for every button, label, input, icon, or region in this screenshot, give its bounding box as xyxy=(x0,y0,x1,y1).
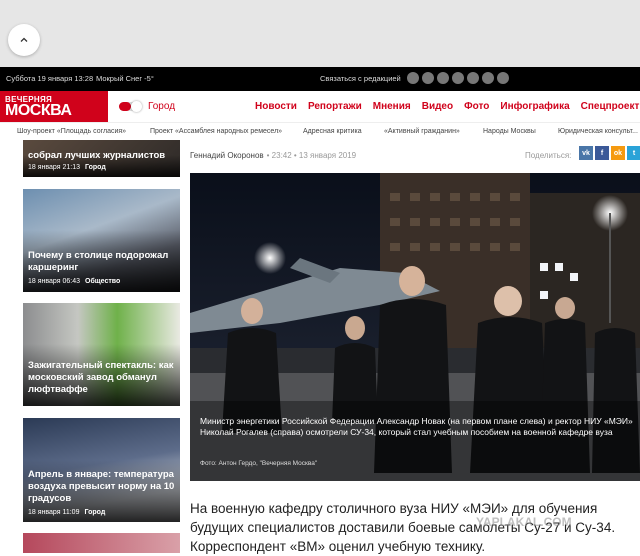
vk-share-icon[interactable]: vk xyxy=(579,146,593,160)
site-logo[interactable]: ВЕЧЕРНЯЯ МОСКВА xyxy=(0,91,108,122)
subnav-item[interactable]: Юридическая консульт... xyxy=(558,128,638,135)
share-buttons: vk f ok t xyxy=(579,146,640,160)
news-card-meta: 18 января 21:13 Город xyxy=(28,164,106,171)
weather-text: Мокрый Снег -5° xyxy=(96,74,154,83)
chevron-up-icon xyxy=(20,37,28,42)
facebook-icon[interactable] xyxy=(452,72,464,84)
article-time: • 23:42 • 13 января 2019 xyxy=(266,151,357,160)
top-strip xyxy=(0,0,640,67)
author-name[interactable]: Геннадий Окоронов xyxy=(190,151,264,160)
nav-item-infographics[interactable]: Инфографика xyxy=(500,101,569,112)
subnav-item[interactable]: Адресная критика xyxy=(303,128,362,135)
share-label: Поделиться: xyxy=(525,151,572,160)
nav-links: Новости Репортажи Мнения Видео Фото Инфо… xyxy=(255,101,640,112)
photo-caption: Министр энергетики Российской Федерации … xyxy=(200,416,633,437)
nav-item-specprojects[interactable]: Спецпроекты xyxy=(581,101,640,112)
news-card[interactable] xyxy=(23,533,180,553)
news-card-title: Почему в столице подорожал каршеринг xyxy=(28,250,169,273)
article-hero-photo: Министр энергетики Российской Федерации … xyxy=(190,173,640,481)
scroll-up-button[interactable] xyxy=(8,24,40,56)
news-card-meta: 18 января 06:43 Общество xyxy=(28,278,121,285)
city-toggle[interactable] xyxy=(119,101,142,112)
news-card[interactable]: собрал лучших журналистов 18 января 21:1… xyxy=(23,140,180,177)
news-card-image xyxy=(23,533,180,553)
social-icons xyxy=(407,72,509,84)
facebook-share-icon[interactable]: f xyxy=(595,146,609,160)
news-card-meta: 18 января 11:09 Город xyxy=(28,509,106,516)
news-card-title: Апрель в январе: температура воздуха пре… xyxy=(28,469,175,504)
email-icon[interactable] xyxy=(437,72,449,84)
watermark-logo: YAPLAKAL.COM xyxy=(476,515,572,529)
vk-icon[interactable] xyxy=(482,72,494,84)
nav-item-video[interactable]: Видео xyxy=(422,101,453,112)
nav-item-opinions[interactable]: Мнения xyxy=(373,101,411,112)
subnav-item[interactable]: Народы Москвы xyxy=(483,128,536,135)
main-nav: ВЕЧЕРНЯЯ МОСКВА Город Новости Репортажи … xyxy=(0,91,640,122)
news-card[interactable]: Почему в столице подорожал каршеринг 18 … xyxy=(23,189,180,292)
info-bar: Суббота 19 января 13:28 Мокрый Снег -5° … xyxy=(0,67,640,91)
subnav-item[interactable]: «Активный гражданин» xyxy=(384,128,460,135)
news-card-title: Зажигательный спектакль: как московский … xyxy=(28,360,174,395)
article-byline: Геннадий Окоронов • 23:42 • 13 января 201… xyxy=(190,151,356,160)
odnoklassniki-share-icon[interactable]: ok xyxy=(611,146,625,160)
contact-link[interactable]: Связаться с редакцией xyxy=(320,74,401,83)
odnoklassniki-icon[interactable] xyxy=(497,72,509,84)
viber-icon[interactable] xyxy=(422,72,434,84)
twitter-icon[interactable] xyxy=(467,72,479,84)
logo-line2: МОСКВА xyxy=(5,102,72,119)
news-card[interactable]: Апрель в январе: температура воздуха пре… xyxy=(23,418,180,522)
nav-item-photo[interactable]: Фото xyxy=(464,101,489,112)
nav-item-news[interactable]: Новости xyxy=(255,101,297,112)
photo-credit: Фото: Антон Гердо, "Вечерняя Москва" xyxy=(200,460,318,467)
article-lead: На военную кафедру столичного вуза НИУ «… xyxy=(190,501,616,554)
subnav-item[interactable]: Шоу-проект «Площадь согласия» xyxy=(17,128,126,135)
city-label[interactable]: Город xyxy=(148,101,175,112)
news-card-title: собрал лучших журналистов xyxy=(28,150,166,161)
subnav-item[interactable]: Проект «Ассамблея народных ремесел» xyxy=(150,128,282,135)
telegram-share-icon[interactable]: t xyxy=(627,146,640,160)
nav-item-reports[interactable]: Репортажи xyxy=(308,101,362,112)
date-text: Суббота 19 января 13:28 xyxy=(6,74,94,83)
news-card[interactable]: Зажигательный спектакль: как московский … xyxy=(23,303,180,406)
telegram-icon[interactable] xyxy=(407,72,419,84)
sub-nav: Шоу-проект «Площадь согласия» Проект «Ас… xyxy=(0,122,640,140)
